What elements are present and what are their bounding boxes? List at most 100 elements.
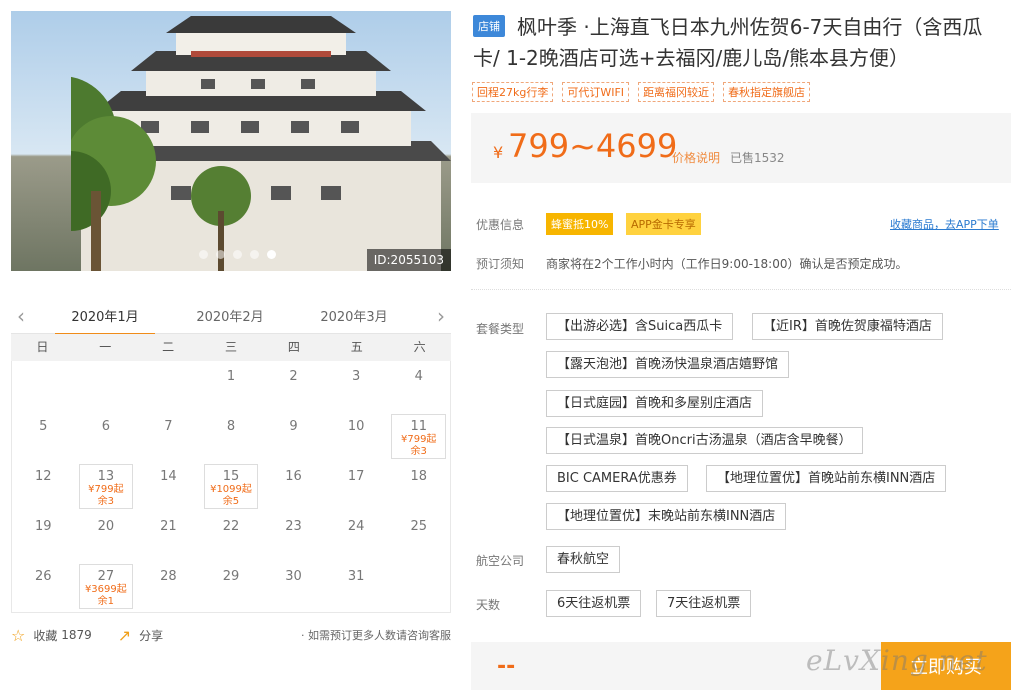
day-number: 9	[289, 419, 298, 434]
shop-badge[interactable]: 店铺	[473, 15, 505, 37]
calendar-day: 3	[325, 361, 388, 411]
app-order-link[interactable]: 收藏商品，去APP下单	[890, 216, 999, 232]
calendar-day: 24	[325, 511, 388, 561]
day-number: 19	[35, 519, 52, 534]
day-number: 1	[226, 369, 236, 384]
weekday-label: 日	[36, 340, 49, 354]
calendar-day: 26	[12, 561, 75, 611]
total-price-placeholder: --	[497, 654, 516, 679]
days-label: 天数	[476, 598, 501, 612]
product-id-label: ID:2055103	[366, 249, 451, 271]
calendar-day: 1	[200, 361, 263, 411]
day-number: 14	[160, 469, 177, 484]
chevron-right-icon[interactable]: ›	[437, 304, 445, 328]
calendar-day: 19	[12, 511, 75, 561]
calendar-day-available[interactable]: 27 ¥3699起 余1	[75, 561, 138, 611]
calendar-day: 10	[325, 411, 388, 461]
package-option[interactable]: 【地理位置优】首晚站前东横INN酒店	[706, 465, 947, 492]
package-option[interactable]: 【露天泡池】首晚汤快温泉酒店嬉野馆	[546, 351, 790, 378]
favorite-button[interactable]: ☆ 收藏 1879	[11, 626, 92, 645]
calendar-day-available[interactable]: 11 ¥799起 余3	[387, 411, 450, 461]
calendar-day: 28	[137, 561, 200, 611]
calendar-day	[75, 361, 138, 411]
tab-month-2[interactable]: 2020年2月	[185, 306, 275, 325]
weekday-label: 一	[99, 340, 112, 354]
carousel-dot[interactable]	[233, 250, 242, 259]
day-number: 31	[347, 569, 365, 584]
package-option[interactable]: 【出游必选】含Suica西瓜卡	[546, 313, 734, 340]
day-number: 17	[347, 469, 365, 484]
day-number: 28	[160, 569, 177, 584]
section-divider	[471, 289, 1011, 290]
day-number: 18	[410, 469, 427, 484]
carousel-dot[interactable]	[250, 250, 259, 259]
weekday-label: 六	[413, 340, 426, 354]
calendar-day: 21	[137, 511, 200, 561]
feature-tag: 回程27kg行李	[472, 82, 554, 102]
day-number: 3	[351, 369, 361, 384]
package-option[interactable]: 【日式庭园】首晚和多屋别庄酒店	[546, 390, 764, 417]
day-number: 11	[410, 419, 427, 434]
day-number: 15	[222, 469, 240, 484]
day-number: 29	[222, 569, 240, 584]
calendar-weekday-header: 日 一 二 三 四 五 六	[11, 334, 451, 361]
package-option[interactable]: 【地理位置优】末晚站前东横INN酒店	[546, 503, 787, 530]
calendar-day	[137, 361, 200, 411]
weekday-label: 二	[162, 340, 175, 354]
buy-now-button[interactable]: 立即购买	[881, 642, 1011, 690]
days-option[interactable]: 6天往返机票	[546, 590, 642, 617]
feature-tag: 可代订WIFI	[562, 82, 630, 102]
day-number: 5	[39, 419, 48, 434]
weekday-label: 四	[287, 340, 300, 354]
day-number: 10	[347, 419, 365, 434]
day-number: 24	[347, 519, 365, 534]
booking-notice: 商家将在2个工作小时内（工作日9:00-18:00）确认是否预定成功。	[546, 257, 908, 271]
calendar-day: 4	[387, 361, 450, 411]
product-hero-image[interactable]: ID:2055103	[11, 11, 451, 271]
feature-tags: 回程27kg行李 可代订WIFI 距离福冈较近 春秋指定旗舰店	[472, 82, 811, 102]
package-option[interactable]: BIC CAMERA优惠券	[546, 465, 688, 492]
weekday-label: 三	[224, 340, 237, 354]
calendar-day: 6	[75, 411, 138, 461]
price-range: 799~4699	[508, 127, 678, 165]
calendar-day-available[interactable]: 15 ¥1099起 余5	[200, 461, 263, 511]
day-number: 16	[285, 469, 302, 484]
calendar-day: 23	[262, 511, 325, 561]
chevron-left-icon[interactable]: ‹	[17, 304, 25, 328]
calendar-grid: 1 2 3 4 5 6 7 8 9 10 11 ¥799起 余3 12 13 ¥799起 余3 14 15 ¥1099…	[11, 361, 451, 613]
day-number: 27	[97, 569, 115, 584]
promo-label: 优惠信息	[476, 218, 525, 232]
package-label: 套餐类型	[476, 322, 525, 336]
tab-month-3[interactable]: 2020年3月	[309, 306, 399, 325]
share-button[interactable]: ↗ 分享	[118, 626, 163, 645]
calendar-day: 20	[75, 511, 138, 561]
favorite-label: 收藏	[33, 628, 58, 643]
tab-month-1[interactable]: 2020年1月	[55, 306, 155, 336]
calendar-day-available[interactable]: 13 ¥799起 余3	[75, 461, 138, 511]
package-option[interactable]: 【日式温泉】首晚Oncri古汤温泉（酒店含早晚餐）	[546, 427, 863, 454]
airline-option[interactable]: 春秋航空	[546, 546, 621, 573]
share-bar: ☆ 收藏 1879 ↗ 分享 · 如需预订更多人数请咨询客服	[11, 624, 451, 646]
carousel-dot-active[interactable]	[267, 250, 276, 259]
currency-symbol: ¥	[493, 143, 504, 162]
calendar-day: 12	[12, 461, 75, 511]
day-price: ¥1099起	[210, 484, 252, 495]
carousel-dots	[199, 250, 276, 259]
airline-label: 航空公司	[476, 554, 525, 568]
day-number: 30	[285, 569, 302, 584]
package-option[interactable]: 【近IR】首晚佐贺康福特酒店	[752, 313, 943, 340]
day-number: 7	[164, 419, 173, 434]
calendar-day: 30	[262, 561, 325, 611]
day-price: ¥799起	[400, 434, 437, 445]
day-stock: 余1	[97, 596, 115, 607]
day-price: ¥799起	[88, 484, 124, 495]
calendar-day: 16	[262, 461, 325, 511]
calendar-day: 17	[325, 461, 388, 511]
carousel-dot[interactable]	[216, 250, 225, 259]
price-explain-link[interactable]: 价格说明	[672, 149, 720, 166]
day-stock: 余3	[97, 496, 115, 507]
calendar-day: 14	[137, 461, 200, 511]
weekday-label: 五	[350, 340, 363, 354]
carousel-dot[interactable]	[199, 250, 208, 259]
days-option[interactable]: 7天往返机票	[656, 590, 752, 617]
